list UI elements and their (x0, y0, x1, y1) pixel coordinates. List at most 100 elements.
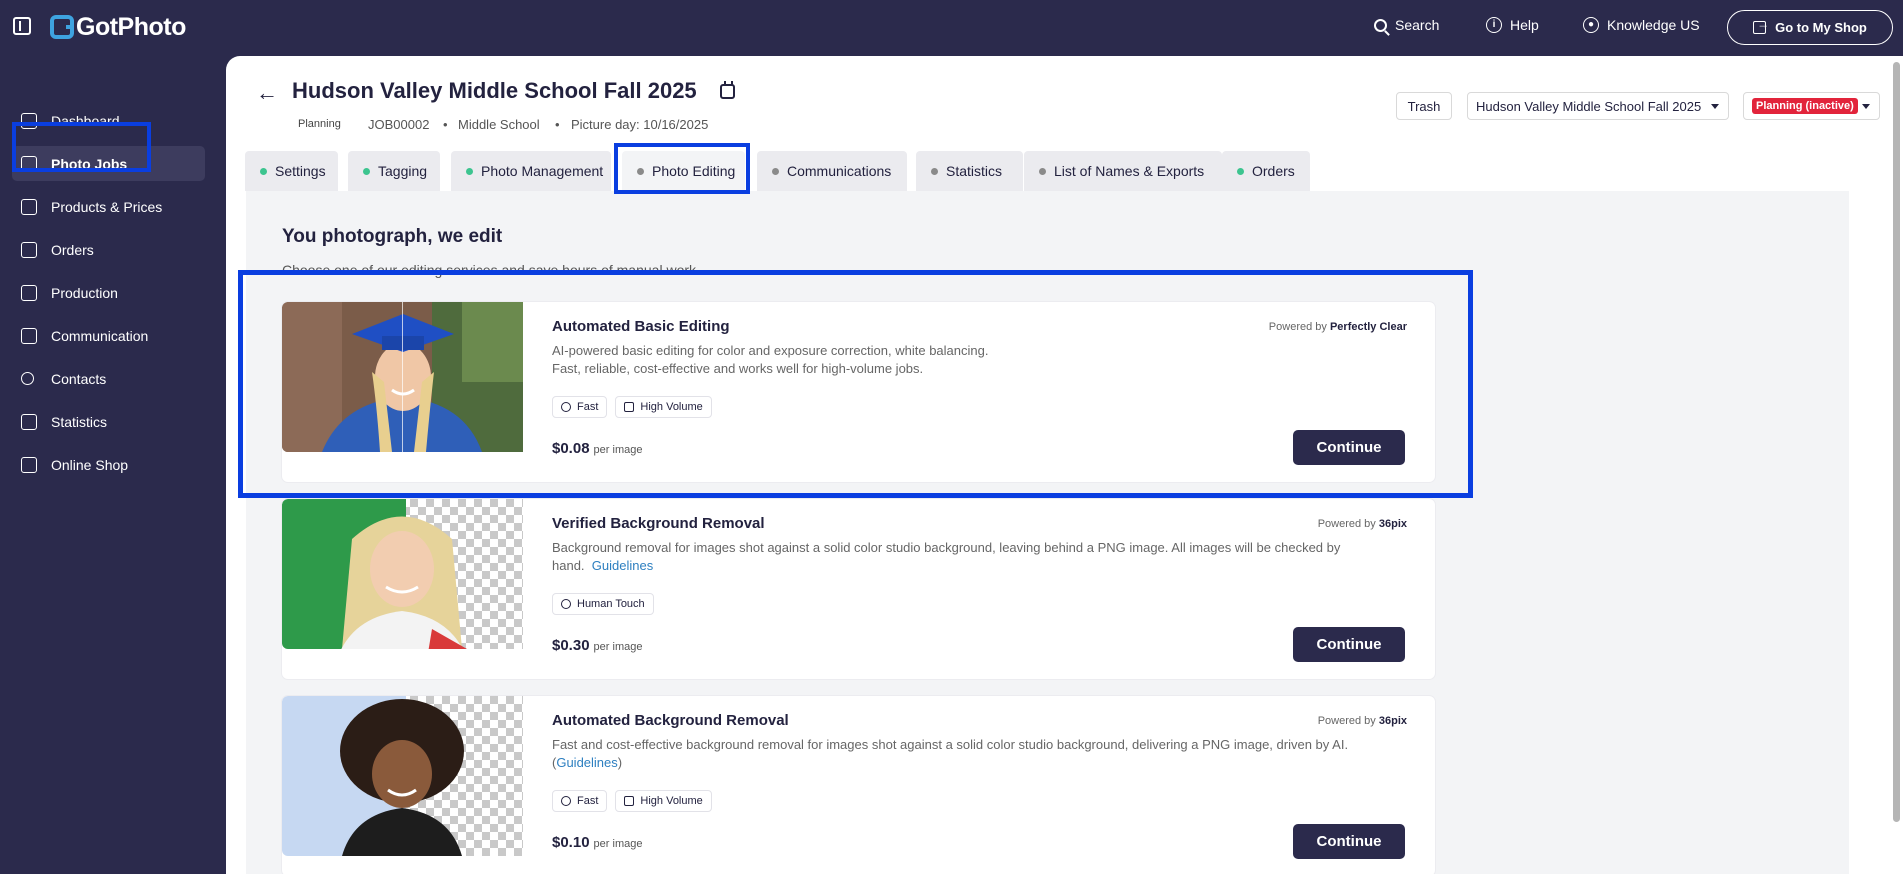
help-label: Help (1510, 17, 1539, 33)
store-icon (21, 456, 37, 473)
powered-prefix: Powered by (1317, 715, 1376, 727)
chip-label: Fast (577, 795, 599, 807)
meta-separator: • (555, 117, 560, 132)
status-select[interactable]: Planning (inactive) (1743, 92, 1880, 120)
sidebar-item-products-prices[interactable]: Products & Prices (12, 189, 205, 224)
service-price: $0.10 per image (552, 834, 642, 851)
service-description: Background removal for images shot again… (552, 539, 1412, 575)
tab-statistics[interactable]: Statistics (916, 151, 1023, 191)
child-photo-image (282, 696, 523, 856)
job-select[interactable]: Hudson Valley Middle School Fall 2025 (1467, 92, 1729, 120)
top-bar: GotPhoto Search i Help ● Knowledge US Go… (0, 0, 1903, 56)
sidebar-item-communication[interactable]: Communication (12, 318, 205, 353)
tab-communications[interactable]: Communications (757, 151, 907, 191)
price-unit: per image (593, 641, 643, 653)
job-status-text: Planning (298, 118, 341, 130)
people-icon (624, 796, 635, 806)
scrollbar-thumb[interactable] (1893, 62, 1900, 822)
message-icon (21, 327, 37, 344)
powered-by: Powered by 36pix (1318, 715, 1407, 727)
tab-list-of-names-exports[interactable]: List of Names & Exports (1024, 151, 1222, 191)
go-to-shop-button[interactable]: Go to My Shop (1727, 10, 1893, 45)
gotphoto-logo[interactable]: GotPhoto (50, 13, 186, 41)
service-title: Automated Background Removal (552, 712, 789, 729)
sidebar-item-label: Orders (51, 241, 94, 258)
search-button[interactable]: Search (1374, 17, 1439, 33)
price-value: $0.30 (552, 637, 590, 654)
sidebar-collapse-icon[interactable] (13, 17, 31, 35)
picture-day: Picture day: 10/16/2025 (571, 117, 709, 132)
chevron-down-icon (1711, 104, 1719, 109)
paren-close: ) (617, 755, 623, 770)
powered-by-vendor: 36pix (1378, 518, 1407, 530)
person-icon (21, 372, 34, 385)
continue-button[interactable]: Continue (1293, 627, 1405, 662)
cart-icon (21, 198, 37, 215)
chip-label: High Volume (640, 795, 703, 807)
sidebar-item-label: Products & Prices (51, 198, 163, 215)
trash-button[interactable]: Trash (1396, 92, 1452, 120)
guidelines-link[interactable]: Guidelines (592, 558, 653, 573)
user-circle-icon: ● (1583, 17, 1599, 33)
chip-label: Human Touch (577, 598, 645, 610)
chip-high-volume: High Volume (615, 790, 712, 812)
hand-icon (561, 599, 571, 609)
feature-chips: Fast High Volume (552, 790, 712, 812)
chart-icon (21, 413, 37, 430)
logo-mark-icon (50, 15, 74, 39)
tab-label: Settings (275, 163, 326, 179)
exit-arrow-icon (1753, 17, 1769, 34)
sidebar-item-label: Online Shop (51, 456, 129, 473)
tab-status-dot (772, 167, 779, 175)
highlight-box-photo-editing-tab (614, 143, 750, 194)
service-description: Fast and cost-effective background remov… (552, 736, 1412, 772)
sidebar-item-statistics[interactable]: Statistics (12, 404, 205, 439)
tab-status-dot (363, 167, 370, 175)
tab-label: Communications (787, 163, 892, 179)
sidebar-item-label: Contacts (51, 370, 107, 387)
sidebar: Dashboard Photo Jobs Products & Prices O… (0, 56, 226, 874)
meta-separator: • (443, 117, 448, 132)
tab-status-dot (260, 167, 267, 175)
sidebar-item-production[interactable]: Production (12, 275, 205, 310)
description-line: Fast and cost-effective background remov… (552, 737, 1349, 752)
shop-button-label: Go to My Shop (1775, 20, 1867, 35)
back-arrow-icon[interactable]: ← (256, 80, 278, 106)
service-card-verified-background-removal: Verified Background Removal Powered by 3… (282, 499, 1435, 679)
sidebar-item-online-shop[interactable]: Online Shop (12, 447, 205, 482)
knowledge-button[interactable]: ● Knowledge US (1583, 17, 1700, 33)
tab-label: Tagging (378, 163, 428, 179)
page-scrollbar[interactable] (1890, 56, 1903, 874)
box-icon (21, 241, 37, 258)
logo-text: GotPhoto (76, 12, 186, 41)
service-title: Verified Background Removal (552, 515, 765, 532)
continue-label: Continue (1316, 833, 1382, 850)
search-icon (1374, 18, 1387, 32)
trash-label: Trash (1407, 98, 1441, 114)
tab-label: Orders (1252, 163, 1295, 179)
help-button[interactable]: i Help (1486, 17, 1539, 33)
sidebar-item-label: Production (51, 284, 118, 301)
tab-status-dot (931, 167, 938, 175)
guidelines-link[interactable]: Guidelines (556, 755, 617, 770)
service-card-automated-background-removal: Automated Background Removal Powered by … (282, 696, 1435, 874)
tab-settings[interactable]: Settings (245, 151, 338, 191)
service-price: $0.30 per image (552, 637, 642, 654)
tab-tagging[interactable]: Tagging (348, 151, 440, 191)
price-unit: per image (593, 838, 643, 850)
feature-chips: Human Touch (552, 593, 654, 615)
tab-photo-management[interactable]: Photo Management (451, 151, 611, 191)
powered-by: Powered by 36pix (1318, 518, 1407, 530)
tab-orders[interactable]: Orders (1222, 151, 1310, 191)
sidebar-item-contacts[interactable]: Contacts (12, 361, 205, 396)
job-id: JOB00002 (368, 117, 430, 132)
job-select-value: Hudson Valley Middle School Fall 2025 (1476, 98, 1702, 114)
tab-label: Photo Management (481, 163, 604, 179)
sidebar-item-orders[interactable]: Orders (12, 232, 205, 267)
continue-button[interactable]: Continue (1293, 824, 1405, 859)
continue-label: Continue (1316, 636, 1382, 653)
calendar-icon[interactable] (720, 81, 735, 99)
info-icon: i (1486, 17, 1502, 33)
clock-icon (561, 796, 571, 806)
description-line: Background removal for images shot again… (552, 540, 1341, 555)
